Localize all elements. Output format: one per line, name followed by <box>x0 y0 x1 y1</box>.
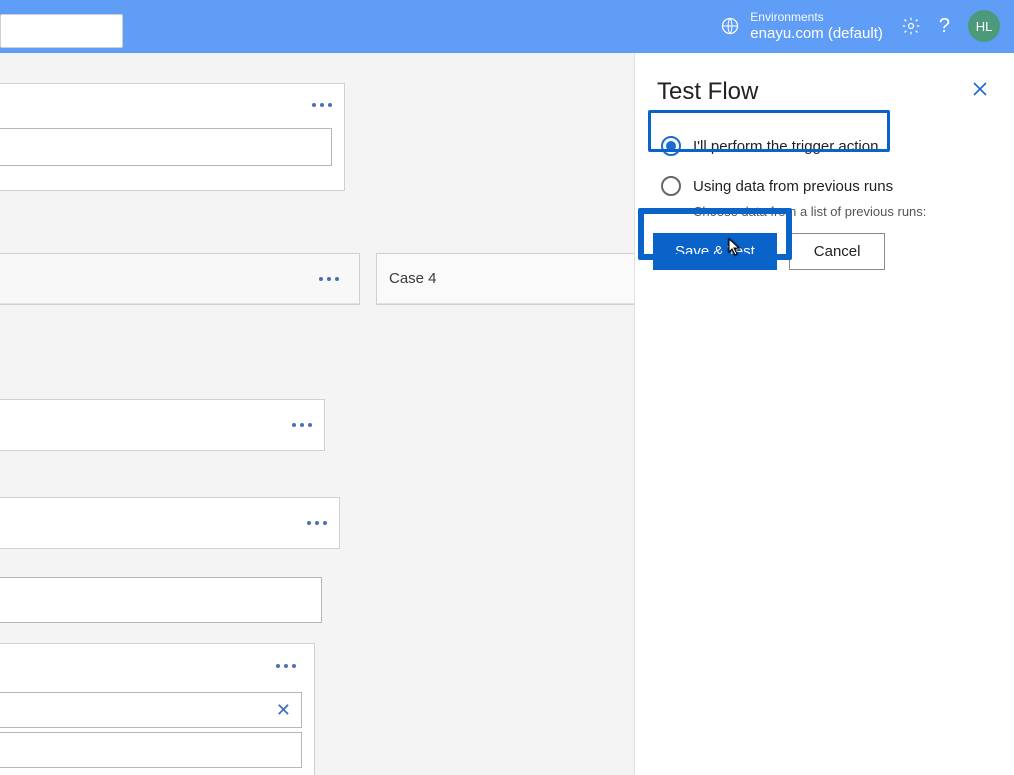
header-right-group: Environments enayu.com (default) ? HL <box>720 10 1014 42</box>
globe-icon <box>720 16 740 36</box>
text-input[interactable]: ✕ <box>0 692 302 728</box>
radio-icon[interactable] <box>661 136 681 156</box>
environment-switcher[interactable]: Environments enayu.com (default) <box>720 10 883 42</box>
radio-label: Using data from previous runs <box>693 178 893 195</box>
cancel-button[interactable]: Cancel <box>789 233 886 270</box>
ellipsis-icon[interactable] <box>292 423 312 427</box>
test-flow-panel: Test Flow I'll perform the trigger actio… <box>634 53 1014 775</box>
search-input[interactable] <box>0 14 123 48</box>
text-input[interactable] <box>0 732 302 768</box>
flow-card[interactable] <box>0 83 345 191</box>
ellipsis-icon[interactable] <box>307 521 327 525</box>
hint-text: Choose data from a list of previous runs… <box>693 204 992 219</box>
gear-icon[interactable] <box>901 16 921 36</box>
close-icon[interactable]: ✕ <box>276 700 291 721</box>
avatar-initials: HL <box>976 19 993 34</box>
flow-card[interactable] <box>0 253 360 305</box>
panel-button-row: Save & Test Cancel <box>653 233 992 270</box>
close-icon[interactable] <box>968 77 992 106</box>
radio-previous-runs[interactable]: Using data from previous runs <box>657 166 992 206</box>
ellipsis-icon[interactable] <box>312 103 332 107</box>
radio-perform-trigger[interactable]: I'll perform the trigger action <box>657 126 992 166</box>
text-input[interactable] <box>0 577 322 623</box>
help-icon[interactable]: ? <box>939 15 950 38</box>
card-title: Case 4 <box>389 270 437 287</box>
flow-canvas[interactable]: Case 4 ✕ <box>0 53 634 775</box>
flow-card-case4[interactable]: Case 4 <box>376 253 634 305</box>
flow-card[interactable] <box>0 497 340 549</box>
app-header: Environments enayu.com (default) ? HL <box>0 0 1014 53</box>
panel-title: Test Flow <box>657 78 758 106</box>
ellipsis-icon[interactable] <box>319 277 339 281</box>
environment-label: Environments <box>750 10 883 24</box>
radio-label: I'll perform the trigger action <box>693 138 878 155</box>
radio-icon[interactable] <box>661 176 681 196</box>
flow-card[interactable]: ✕ <box>0 643 315 775</box>
text-input[interactable] <box>0 128 332 166</box>
flow-card[interactable] <box>0 399 325 451</box>
save-test-button[interactable]: Save & Test <box>653 233 777 270</box>
avatar[interactable]: HL <box>968 10 1000 42</box>
environment-name: enayu.com (default) <box>750 25 883 43</box>
ellipsis-icon[interactable] <box>276 664 296 668</box>
